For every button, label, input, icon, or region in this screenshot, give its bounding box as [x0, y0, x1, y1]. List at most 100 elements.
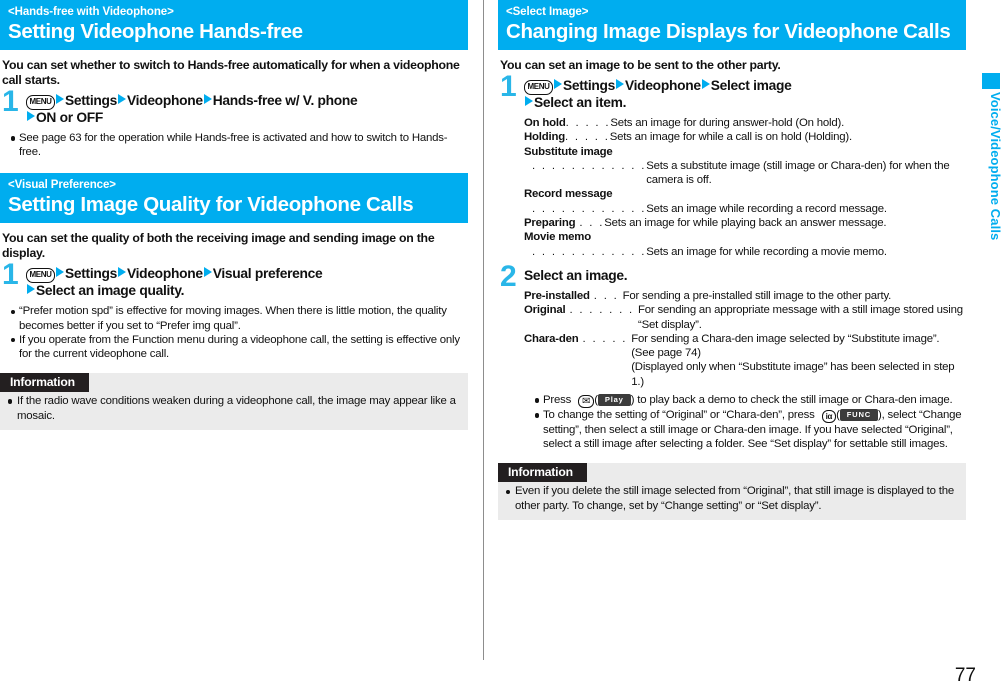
mail-key-icon[interactable]: ✉	[578, 395, 595, 409]
step-path-select-an-item[interactable]: Select an item.	[534, 95, 626, 110]
step-path-settings[interactable]: Settings	[65, 266, 117, 281]
notes-list: See page 63 for the operation while Hand…	[0, 131, 468, 159]
list-item: Movie memo . . . . . . . . . . . . Sets …	[524, 230, 966, 259]
menu-key-icon[interactable]: MENU	[26, 94, 55, 110]
note-item: See page 63 for the operation while Hand…	[0, 131, 468, 159]
step-1: 1 MENU Settings Videophone Visual preferenc…	[0, 260, 468, 300]
information-box-title: Information	[0, 373, 89, 393]
item-description: Sets an image for while a call is on hol…	[609, 131, 852, 144]
step-path-settings[interactable]: Settings	[563, 78, 615, 93]
arrow-triangle-icon	[118, 267, 126, 278]
item-description: Sets an image for while playing back an …	[604, 217, 887, 230]
section-title: Setting Videophone Hands-free	[8, 20, 303, 43]
arrow-triangle-icon	[55, 94, 64, 104]
step-path-line-1: MENU Settings Videophone Visual preference	[26, 265, 468, 283]
section-header: <Select Image> Changing Image Displays f…	[498, 0, 966, 50]
arrow-triangle-icon	[701, 79, 710, 89]
play-softkey-icon[interactable]: Play	[597, 393, 631, 406]
section-kicker: <Select Image>	[506, 6, 589, 18]
section-title: Setting Image Quality for Videophone Cal…	[8, 193, 414, 217]
step-number: 2	[500, 259, 517, 293]
left-column: <Hands-free with Videophone> Setting Vid…	[0, 0, 468, 431]
step-path-settings[interactable]: Settings	[65, 93, 117, 108]
information-item: If the radio wave conditions weaken duri…	[4, 394, 460, 423]
dot-leader: . . . . . . . . . . . .	[532, 202, 647, 215]
arrow-triangle-icon	[525, 96, 533, 106]
func-softkey-icon[interactable]: FUNC	[839, 408, 879, 421]
information-box: Information Even if you delete the still…	[498, 463, 966, 521]
step-path-visual-preference[interactable]: Visual preference	[213, 266, 323, 281]
item-description: Sets an image for while recording a movi…	[646, 245, 887, 258]
section-hands-free: <Hands-free with Videophone> Setting Vid…	[0, 0, 468, 159]
step-2-heading: Select an image.	[524, 267, 628, 283]
menu-key-icon[interactable]: MENU	[26, 267, 55, 283]
dot-leader: . . . . .	[565, 131, 610, 144]
item-description: Sets a substitute image (still image or …	[646, 159, 950, 187]
note-item: “Prefer motion spd” is effective for mov…	[0, 304, 468, 332]
section-title: Changing Image Displays for Videophone C…	[506, 20, 951, 43]
dot-leader: . . . . . . .	[569, 304, 634, 317]
step-path-line-1: MENU Settings Videophone Select image	[524, 77, 966, 95]
note-text-pre: To change the setting of “Original” or “…	[543, 409, 815, 422]
chapter-tab-swatch	[982, 73, 1000, 89]
item-description: For sending a pre-installed still image …	[622, 289, 892, 302]
item-description: For sending an appropriate message with …	[638, 304, 963, 331]
list-item: On hold . . . . . Sets an image for duri…	[524, 116, 966, 130]
select-image-item-list: On hold . . . . . Sets an image for duri…	[524, 116, 966, 259]
step-number: 1	[500, 70, 517, 103]
imode-key-icon[interactable]: iα	[821, 410, 837, 424]
dot-leader: . . . . . . . . . . . .	[532, 245, 647, 258]
step-path-on-or-off[interactable]: ON or OFF	[36, 110, 103, 125]
information-box-body: Even if you delete the still image selec…	[498, 482, 966, 520]
list-item: Pre-installed . . . For sending a pre-in…	[524, 289, 966, 303]
item-term: Record message	[524, 188, 613, 201]
chapter-tab-label: Voice/Videophone Calls	[988, 92, 1003, 241]
section-visual-preference: <Visual Preference> Setting Image Qualit…	[0, 173, 468, 431]
manual-page: <Hands-free with Videophone> Setting Vid…	[0, 0, 1004, 697]
dot-leader: . . .	[593, 289, 619, 302]
step-1: 1 MENU Settings Videophone Select image Sel…	[498, 72, 966, 259]
step-path-handsfree[interactable]: Hands-free w/ V. phone	[213, 93, 358, 108]
notes-list: Press ✉(Play) to play back a demo to che…	[524, 393, 966, 451]
item-description: Sets an image for during answer-hold (On…	[610, 117, 845, 129]
step-path-select-image-quality[interactable]: Select an image quality.	[36, 283, 185, 298]
section-select-image: <Select Image> Changing Image Displays f…	[498, 0, 966, 521]
item-term: Substitute image	[524, 145, 613, 158]
section-intro: You can set an image to be sent to the o…	[500, 58, 781, 72]
arrow-triangle-icon	[118, 94, 126, 104]
item-term: Chara-den	[524, 332, 579, 345]
arrow-triangle-icon	[27, 111, 35, 121]
step-2: 2 Select an image. Pre-installed . . . F…	[498, 261, 966, 451]
arrow-triangle-icon	[203, 94, 212, 104]
section-kicker: <Visual Preference>	[8, 179, 116, 192]
menu-key-icon[interactable]: MENU	[524, 79, 553, 95]
step-path-line-2: ON or OFF	[26, 109, 468, 127]
note-text-post: ) to play back a demo to check the still…	[630, 394, 953, 407]
list-item: Preparing . . . Sets an image for while …	[524, 216, 966, 230]
step-path-videophone[interactable]: Videophone	[625, 78, 701, 93]
step-path-videophone[interactable]: Videophone	[127, 93, 203, 108]
section-header: <Visual Preference> Setting Image Qualit…	[0, 173, 468, 224]
dot-leader: . . . . . . . . . . . .	[532, 159, 647, 172]
arrow-triangle-icon	[203, 267, 212, 278]
item-term: Holding	[524, 131, 565, 144]
arrow-triangle-icon	[553, 79, 562, 89]
list-item: Record message . . . . . . . . . . . . S…	[524, 187, 966, 216]
step-path-select-image[interactable]: Select image	[711, 78, 792, 93]
item-description: For sending a Chara-den image selected b…	[631, 332, 940, 345]
list-item: Chara-den . . . . . For sending a Chara-…	[524, 332, 966, 389]
select-an-image-item-list: Pre-installed . . . For sending a pre-in…	[524, 289, 966, 389]
dot-leader: . . .	[579, 217, 605, 230]
column-divider	[483, 0, 484, 660]
section-header: <Hands-free with Videophone> Setting Vid…	[0, 0, 468, 50]
dot-leader: . . . . .	[582, 332, 628, 345]
information-box: Information If the radio wave conditions…	[0, 373, 468, 431]
item-term: Pre-installed	[524, 289, 590, 302]
item-term: Original	[524, 304, 566, 317]
arrow-triangle-icon	[616, 79, 624, 89]
step-path-videophone[interactable]: Videophone	[127, 266, 203, 281]
step-path-line-2: Select an item.	[524, 94, 966, 112]
dot-leader: . . . . .	[565, 117, 611, 129]
notes-list: “Prefer motion spd” is effective for mov…	[0, 304, 468, 361]
item-term: On hold	[524, 117, 566, 129]
